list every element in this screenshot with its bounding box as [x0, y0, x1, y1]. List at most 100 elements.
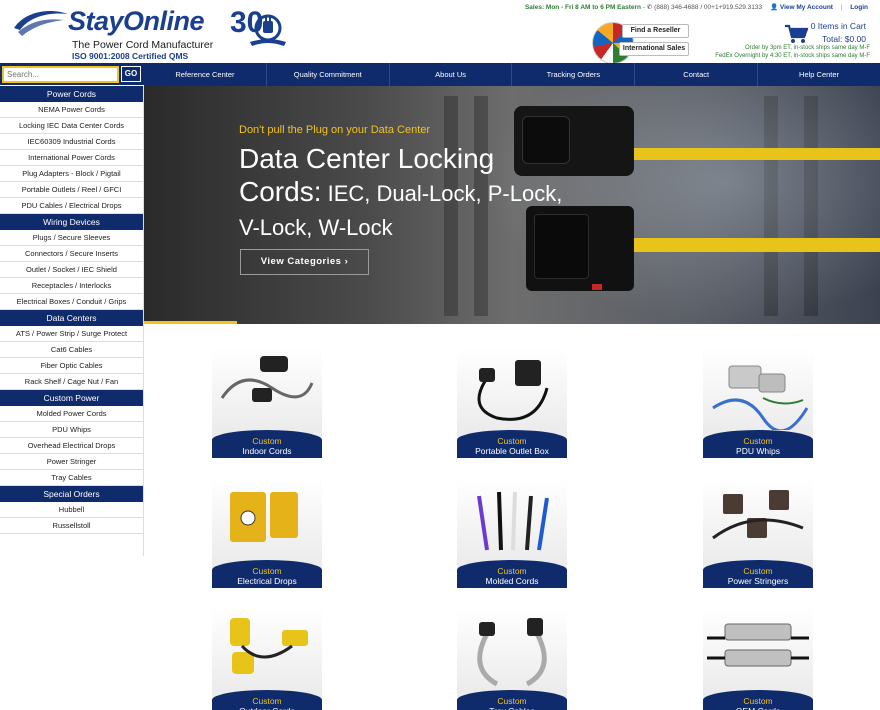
sidebar-item[interactable]: Plugs / Secure Sleeves — [0, 230, 143, 246]
find-reseller-button[interactable]: Find a Reseller — [622, 24, 689, 38]
product-card[interactable]: Custom Electrical Drops — [212, 478, 322, 588]
search-go-button[interactable]: GO — [121, 66, 141, 82]
product-image — [712, 490, 804, 540]
product-name: Tray Cables — [457, 706, 567, 710]
main-nav: Reference Center Quality Commitment Abou… — [144, 63, 880, 86]
product-card[interactable]: Custom Molded Cords — [457, 478, 567, 588]
view-categories-button[interactable]: View Categories › — [240, 249, 369, 275]
site-logo[interactable]: StayOnline 30 The Power Cord Manufacture… — [8, 4, 288, 61]
product-name: OEM Cords — [703, 706, 813, 710]
product-card-label[interactable]: Custom Indoor Cords — [212, 430, 322, 458]
sidebar-item[interactable]: Tray Cables — [0, 470, 143, 486]
phone-number[interactable]: (888) 346-4688 / 00+1+919.529.3133 — [654, 4, 762, 11]
sidebar-item[interactable]: Hubbell — [0, 502, 143, 518]
molded-cord-image — [457, 478, 567, 560]
cart-icon[interactable] — [784, 24, 808, 44]
product-prefix: Custom — [743, 436, 773, 446]
product-image — [220, 356, 314, 402]
sales-hours: Sales: Mon - Fri 8 AM to 6 PM Eastern — [524, 4, 642, 11]
sidebar-item[interactable]: IEC60309 Industrial Cords — [0, 134, 143, 150]
sidebar-heading[interactable]: Power Cords — [0, 86, 143, 102]
product-card[interactable]: Custom Power Stringers — [703, 478, 813, 588]
sidebar-item[interactable]: Receptacles / Interlocks — [0, 278, 143, 294]
sidebar-item[interactable]: Overhead Electrical Drops — [0, 438, 143, 454]
logo-swoosh-icon — [14, 10, 68, 36]
hero-subtitle-lead: Cords: — [239, 176, 322, 207]
product-card-label[interactable]: Custom Portable Outlet Box — [457, 430, 567, 458]
nav-help-center[interactable]: Help Center — [758, 63, 880, 86]
login-link[interactable]: Login — [850, 4, 868, 11]
sidebar-item[interactable]: NEMA Power Cords — [0, 102, 143, 118]
product-card-label[interactable]: Custom Electrical Drops — [212, 560, 322, 588]
sidebar-item[interactable]: Plug Adapters - Block / Pigtail — [0, 166, 143, 182]
cart-item-count[interactable]: 0 Items in Cart — [811, 21, 866, 31]
product-name: Molded Cords — [485, 576, 539, 586]
product-card-label[interactable]: CustomOEM Cords — [703, 690, 813, 710]
product-card[interactable]: CustomTray Cables — [457, 608, 567, 710]
hero-kicker: Don't pull the Plug on your Data Center — [239, 124, 431, 136]
sidebar-heading[interactable]: Wiring Devices — [0, 214, 143, 230]
search-input[interactable] — [2, 66, 119, 83]
sidebar-heading[interactable]: Data Centers — [0, 310, 143, 326]
product-prefix: Custom — [497, 696, 527, 706]
shipping-note-1: Order by 3pm ET, in-stock ships same day… — [744, 45, 870, 51]
product-prefix: Custom — [497, 436, 527, 446]
connector-latch-shape — [592, 284, 602, 290]
sidebar-item[interactable]: PDU Whips — [0, 422, 143, 438]
product-image — [707, 623, 809, 667]
site-header: StayOnline 30 The Power Cord Manufacture… — [0, 0, 880, 64]
sidebar-item[interactable]: Connectors / Secure Inserts — [0, 246, 143, 262]
product-card[interactable]: CustomOEM Cords — [703, 608, 813, 710]
sidebar-item[interactable]: Locking IEC Data Center Cords — [0, 118, 143, 134]
anniversary-plug-icon — [250, 14, 286, 46]
indoor-cord-image — [212, 348, 322, 430]
sidebar-item[interactable]: Fiber Optic Cables — [0, 358, 143, 374]
product-card-label[interactable]: CustomOutdoor Cords — [212, 690, 322, 710]
account-link[interactable]: 👤 View My Account — [770, 4, 833, 11]
sidebar-item[interactable]: Electrical Boxes / Conduit / Grips — [0, 294, 143, 310]
product-prefix: Custom — [743, 696, 773, 706]
product-card[interactable]: Custom Indoor Cords — [212, 348, 322, 458]
hero-subtitle-line3: V-Lock, W-Lock — [239, 215, 393, 240]
sidebar-item[interactable]: Power Stringer — [0, 454, 143, 470]
category-sidebar: Power Cords NEMA Power Cords Locking IEC D… — [0, 86, 144, 556]
sidebar-heading[interactable]: Custom Power — [0, 390, 143, 406]
product-card-label[interactable]: Custom Power Stringers — [703, 560, 813, 588]
tagline: The Power Cord Manufacturer — [72, 39, 214, 51]
nav-about-us[interactable]: About Us — [390, 63, 513, 86]
product-image — [477, 618, 547, 687]
hero-progress-indicator — [144, 321, 237, 324]
product-card[interactable]: CustomOutdoor Cords — [212, 608, 322, 710]
sidebar-item[interactable]: Molded Power Cords — [0, 406, 143, 422]
product-card[interactable]: Custom Portable Outlet Box — [457, 348, 567, 458]
product-card-label[interactable]: Custom Molded Cords — [457, 560, 567, 588]
product-name: Indoor Cords — [242, 446, 292, 456]
nav-quality-commitment[interactable]: Quality Commitment — [267, 63, 390, 86]
nav-reference-center[interactable]: Reference Center — [144, 63, 267, 86]
product-image — [712, 365, 809, 433]
product-card[interactable]: Custom PDU Whips — [703, 348, 813, 458]
international-sales-button[interactable]: International Sales — [619, 42, 689, 56]
sidebar-item[interactable]: Portable Outlets / Reel / GFCI — [0, 182, 143, 198]
hero-banner[interactable]: Don't pull the Plug on your Data Center … — [144, 86, 880, 324]
nav-tracking-orders[interactable]: Tracking Orders — [512, 63, 636, 86]
product-card-label[interactable]: CustomTray Cables — [457, 690, 567, 710]
sidebar-item[interactable]: Rack Shelf / Cage Nut / Fan — [0, 374, 143, 390]
sidebar-item[interactable]: Russellstoll — [0, 518, 143, 534]
outlet-box-image — [457, 348, 567, 430]
nav-contact[interactable]: Contact — [635, 63, 759, 86]
product-image — [477, 491, 549, 551]
sidebar-item[interactable]: Outlet / Socket / IEC Shield — [0, 262, 143, 278]
electrical-drop-image — [212, 478, 322, 560]
divider: | — [840, 4, 843, 11]
hero-title: Data Center Locking — [239, 143, 495, 174]
sidebar-item[interactable]: International Power Cords — [0, 150, 143, 166]
product-prefix: Custom — [252, 696, 282, 706]
sidebar-heading[interactable]: Special Orders — [0, 486, 143, 502]
sidebar-item[interactable]: Cat6 Cables — [0, 342, 143, 358]
product-prefix: Custom — [252, 566, 282, 576]
sidebar-item[interactable]: ATS / Power Strip / Surge Protect — [0, 326, 143, 342]
sidebar-item[interactable]: PDU Cables / Electrical Drops — [0, 198, 143, 214]
power-stringer-image — [703, 478, 813, 560]
product-card-label[interactable]: Custom PDU Whips — [703, 430, 813, 458]
